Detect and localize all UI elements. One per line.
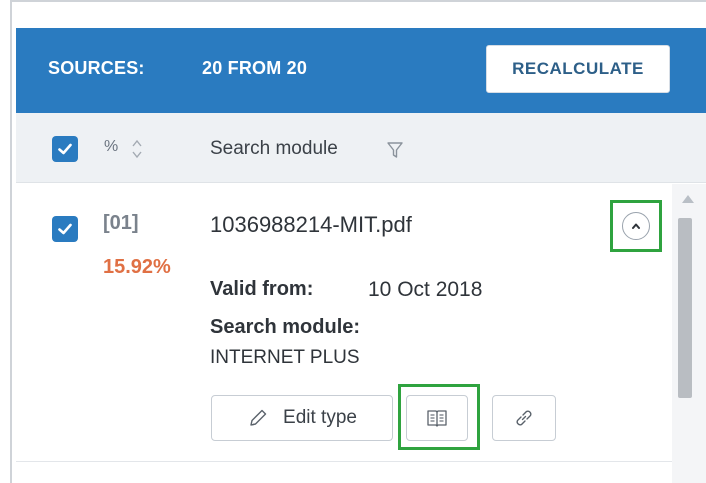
link-icon <box>516 410 532 426</box>
valid-from-label: Valid from: <box>210 278 314 300</box>
sources-label: SOURCES: <box>48 58 145 78</box>
collapse-button[interactable] <box>622 212 650 240</box>
edit-type-label: Edit type <box>283 407 357 428</box>
scrollbar-thumb[interactable] <box>678 218 692 398</box>
source-index: [01] <box>103 212 139 234</box>
search-module-label: Search module: <box>210 316 361 338</box>
copy-link-button[interactable] <box>492 395 556 441</box>
book-icon <box>427 410 447 427</box>
scroll-up-arrow-icon[interactable] <box>682 195 694 203</box>
valid-from-value: 10 Oct 2018 <box>368 278 483 301</box>
check-icon <box>58 143 72 155</box>
source-percent: 15.92% <box>103 256 171 278</box>
search-module-value: INTERNET PLUS <box>210 347 360 368</box>
percent-column-label: % <box>104 138 119 155</box>
pencil-icon <box>250 409 267 426</box>
check-icon <box>58 223 72 235</box>
select-all-checkbox[interactable] <box>52 136 78 162</box>
filter-icon[interactable] <box>386 140 404 160</box>
source-checkbox[interactable] <box>52 216 78 242</box>
collapse-highlight <box>610 200 662 252</box>
source-filename[interactable]: 1036988214-MIT.pdf <box>210 212 412 238</box>
search-module-column-label: Search module <box>210 138 338 159</box>
open-report-button[interactable] <box>406 395 468 441</box>
chevron-up-icon <box>632 223 640 229</box>
sources-count: 20 FROM 20 <box>202 58 308 78</box>
recalculate-button[interactable]: RECALCULATE <box>486 45 670 93</box>
edit-type-button[interactable]: Edit type <box>211 395 393 441</box>
sort-icon[interactable] <box>130 137 144 161</box>
column-header-row <box>16 113 706 183</box>
